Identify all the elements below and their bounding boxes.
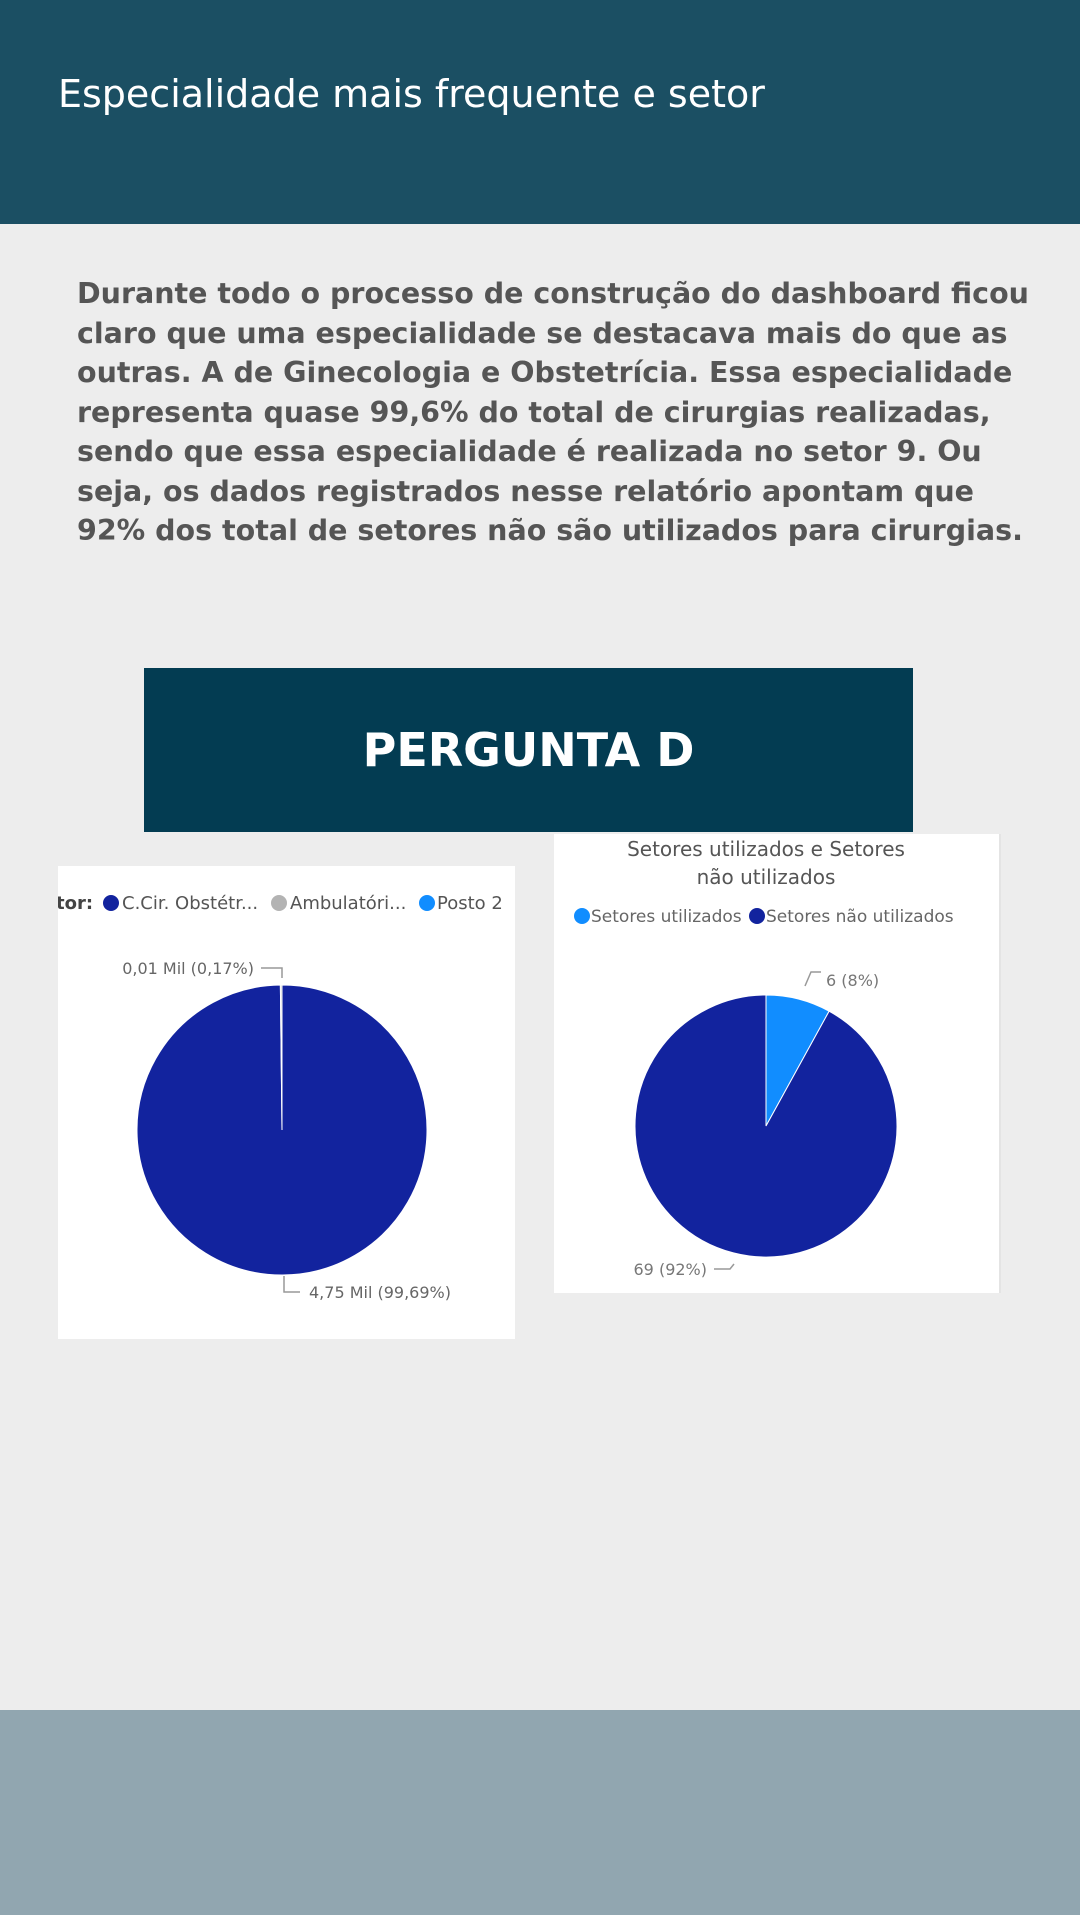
legend-marker-setores-nao-utilizados bbox=[749, 908, 765, 924]
legend-marker-ambulatori bbox=[271, 895, 287, 911]
footer-band bbox=[0, 1710, 1080, 1920]
data-label-setores-utilizados: 6 (8%) bbox=[826, 971, 879, 990]
legend-label-ambulatori: Ambulatóri... bbox=[290, 893, 406, 914]
legend-label-c-cir-obstetr: C.Cir. Obstétr... bbox=[122, 893, 258, 914]
legend-label-posto-2: Posto 2 bbox=[437, 893, 503, 914]
section-title: PERGUNTA D bbox=[362, 723, 695, 777]
intro-paragraph: Durante todo o processo de construção do… bbox=[77, 277, 1029, 547]
legend-title: tor: bbox=[58, 893, 93, 914]
leader-line-ambulatori bbox=[261, 967, 283, 978]
pie-chart-specialty-card: tor: C.Cir. Obstétr... Ambulatóri... Pos… bbox=[58, 866, 515, 1339]
legend-label-setores-utilizados: Setores utilizados bbox=[591, 907, 742, 927]
legend-marker-posto-2 bbox=[419, 895, 435, 911]
legend-marker-c-cir-obstetr bbox=[103, 895, 119, 911]
chart-title-line-2: não utilizados bbox=[697, 865, 836, 889]
pie-slice-sectors-1[interactable] bbox=[634, 994, 898, 1258]
page-title: Especialidade mais frequente e setor bbox=[58, 72, 765, 116]
data-label-c-cir-obstetr: 4,75 Mil (99,69%) bbox=[309, 1283, 451, 1302]
data-label-ambulatori: 0,01 Mil (0,17%) bbox=[122, 959, 254, 978]
leader-line-setores-nao-utilizados bbox=[714, 1263, 735, 1270]
chart-title-line-1: Setores utilizados e Setores bbox=[627, 837, 905, 861]
footer-divider bbox=[0, 1915, 1080, 1920]
pie-chart-sectors-card: Setores utilizados e Setores não utiliza… bbox=[554, 834, 1001, 1293]
section-banner: PERGUNTA D bbox=[144, 668, 913, 832]
pie-chart-specialty: tor: C.Cir. Obstétr... Ambulatóri... Pos… bbox=[58, 893, 503, 1302]
legend-label-setores-nao-utilizados: Setores não utilizados bbox=[766, 907, 954, 927]
data-label-setores-nao-utilizados: 69 (92%) bbox=[634, 1260, 708, 1279]
pie-chart-sectors: Setores utilizados e Setores não utiliza… bbox=[574, 837, 954, 1279]
legend-marker-setores-utilizados bbox=[574, 908, 590, 924]
leader-line-c-cir-obstetr bbox=[283, 1276, 300, 1293]
leader-line-setores-utilizados bbox=[804, 971, 821, 987]
header-banner: Especialidade mais frequente e setor bbox=[0, 0, 1080, 224]
